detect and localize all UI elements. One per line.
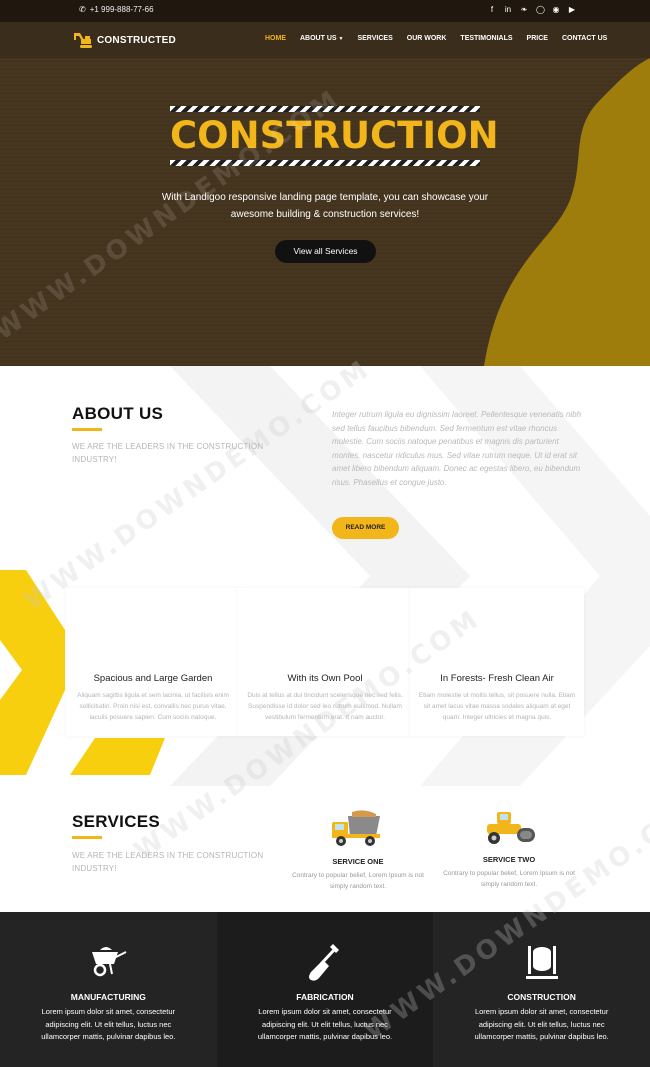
phone-icon: ✆ [79,5,86,14]
phone-contact[interactable]: ✆ +1 999-888-77-66 [79,5,154,14]
hero-title: CONSTRUCTION [170,114,499,157]
about-title-underline [72,428,102,431]
chevron-down-icon: ▼ [338,36,344,42]
shovel-icon [308,944,339,981]
social-links: f in ❧ ◯ ◉ ▶ [488,5,576,15]
service-one-card[interactable]: SERVICE ONE Contrary to popular belief, … [288,810,428,892]
nav-item-testimonials[interactable]: TESTIMONIALS [460,35,512,42]
youtube-icon[interactable]: ▶ [568,5,576,15]
feature-title-air: In Forests- Fresh Clean Air [440,673,554,684]
instagram-icon[interactable]: ◯ [536,5,545,15]
wheelbarrow-icon [92,947,127,977]
nav-item-about-us-label: ABOUT US [300,35,337,42]
capability-construction: CONSTRUCTION Lorem ipsum dolor sit amet,… [433,912,650,1067]
capability-manufacturing-title: MANUFACTURING [70,992,146,1002]
services-title-underline [72,836,102,839]
cement-mixer-icon [525,946,558,979]
about-title: ABOUT US [72,404,164,423]
hero-subtitle: With Landigoo responsive landing page te… [140,189,510,223]
capability-fabrication-title: FABRICATION [296,992,354,1002]
linkedin-icon[interactable]: in [504,5,512,15]
feature-title-pool: With its Own Pool [287,673,363,684]
main-navbar: CONSTRUCTED HOME ABOUT US ▼ SERVICES OUR… [0,22,650,58]
feature-text-pool: Duis at tellus at dui tincidunt sceleris… [247,692,403,721]
services-tagline: WE ARE THE LEADERS IN THE CONSTRUCTION I… [72,851,264,873]
hero-title-block: CONSTRUCTION [170,106,499,166]
excavator-icon [74,33,92,48]
feature-text-air: Etiam molestie ut mollis tellus, sit pos… [418,692,576,721]
nav-item-our-work[interactable]: OUR WORK [407,35,447,42]
services-title: SERVICES [72,812,161,831]
service-one-text: Contrary to popular belief, Lorem Ipsum … [292,872,424,890]
road-roller-icon [487,812,535,844]
service-one-name: SERVICE ONE [332,857,384,866]
view-all-services-button[interactable]: View all Services [275,240,376,263]
about-tagline: WE ARE THE LEADERS IN THE CONSTRUCTION I… [72,442,264,464]
capability-fabrication-text: Lorem ipsum dolor sit amet, consectetur … [257,1007,393,1041]
nav-item-price[interactable]: PRICE [527,35,548,42]
site-logo[interactable]: CONSTRUCTED [72,31,176,49]
capability-manufacturing: MANUFACTURING Lorem ipsum dolor sit amet… [0,912,217,1067]
service-two-text: Contrary to popular belief, Lorem Ipsum … [443,870,575,888]
service-two-name: SERVICE TWO [482,855,536,864]
nav-item-home[interactable]: HOME [265,35,286,42]
feature-title-garden: Spacious and Large Garden [93,673,213,684]
pinterest-icon[interactable]: ◉ [552,5,560,15]
logo-text: CONSTRUCTED [97,34,176,46]
nav-item-about-us[interactable]: ABOUT US ▼ [300,35,343,42]
capability-fabrication: FABRICATION Lorem ipsum dolor sit amet, … [216,912,434,1067]
capability-manufacturing-text: Lorem ipsum dolor sit amet, consectetur … [41,1007,176,1041]
read-more-button[interactable]: READ MORE [332,517,399,539]
capability-construction-text: Lorem ipsum dolor sit amet, consectetur … [474,1007,609,1041]
nav-item-services[interactable]: SERVICES [357,35,392,42]
phone-number: +1 999-888-77-66 [89,5,154,14]
capabilities-band: MANUFACTURING Lorem ipsum dolor sit amet… [0,912,650,1067]
capability-construction-title: CONSTRUCTION [507,992,576,1002]
nav-menu: HOME ABOUT US ▼ SERVICES OUR WORK TESTIM… [265,35,621,42]
hero-subtitle-line1: With Landigoo responsive landing page te… [161,192,489,203]
feature-text-garden: Aliquam sagittis ligula et sem lacinia, … [77,692,229,721]
nav-item-contact-us[interactable]: CONTACT US [562,35,607,42]
service-two-card[interactable]: SERVICE TWO Contrary to popular belief, … [439,808,579,890]
top-bar: ✆ +1 999-888-77-66 f in ❧ ◯ ◉ ▶ [0,0,650,22]
hazard-stripe-bottom [170,160,480,166]
twitter-icon[interactable]: ❧ [520,5,528,15]
hero-subtitle-line2: awesome building & construction services… [230,209,420,220]
facebook-icon[interactable]: f [488,5,496,15]
about-text: Integer rutrum ligula eu dignissim laore… [332,410,582,487]
dump-truck-icon [332,810,380,846]
hero-section: ✆ +1 999-888-77-66 f in ❧ ◯ ◉ ▶ CONSTRUC… [0,0,650,366]
